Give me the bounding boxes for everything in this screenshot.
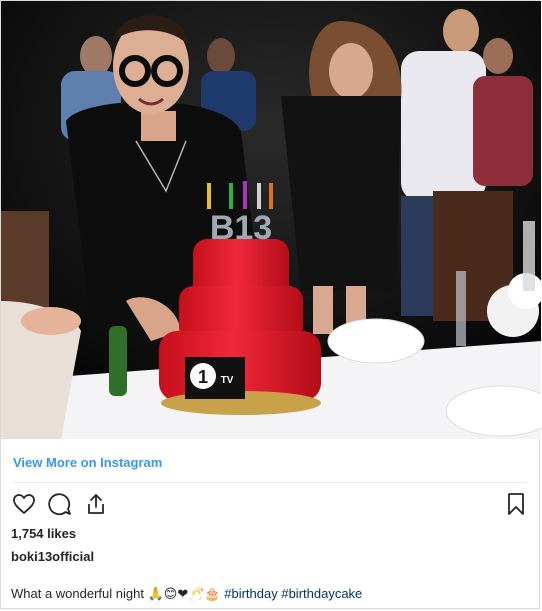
like-button[interactable]: [11, 491, 37, 517]
instagram-embed-card: 1 TV B13 View More on Instagram 1,754 li…: [0, 0, 541, 609]
heart-icon: [13, 494, 35, 514]
view-more-on-instagram-link[interactable]: View More on Instagram: [13, 455, 162, 470]
likes-count: 1,754 likes: [11, 526, 77, 541]
share-button[interactable]: [83, 491, 109, 517]
caption-emojis: 🙏😊❤🥂🎂: [147, 587, 221, 602]
comment-icon: [48, 493, 71, 516]
post-photo[interactable]: 1 TV B13: [1, 1, 541, 439]
cake-logo-number: 1: [198, 367, 208, 387]
caption-text: What a wonderful night: [11, 586, 144, 601]
party-scene-illustration: 1 TV B13: [1, 1, 541, 439]
hashtag-link-birthdaycake[interactable]: #birthdaycake: [281, 586, 362, 601]
cake-topper: B13: [210, 209, 272, 247]
share-icon: [88, 494, 104, 514]
hashtag-link-birthday[interactable]: #birthday: [224, 586, 277, 601]
bookmark-icon: [508, 493, 524, 515]
cake-logo-suffix: TV: [221, 375, 234, 386]
post-actions-bar: [11, 491, 529, 517]
post-username-link[interactable]: boki13official: [11, 549, 94, 564]
comment-button[interactable]: [47, 491, 73, 517]
divider: [13, 482, 527, 483]
post-caption: What a wonderful night 🙏😊❤🥂🎂 #birthday #…: [11, 586, 362, 602]
save-button[interactable]: [503, 491, 529, 517]
